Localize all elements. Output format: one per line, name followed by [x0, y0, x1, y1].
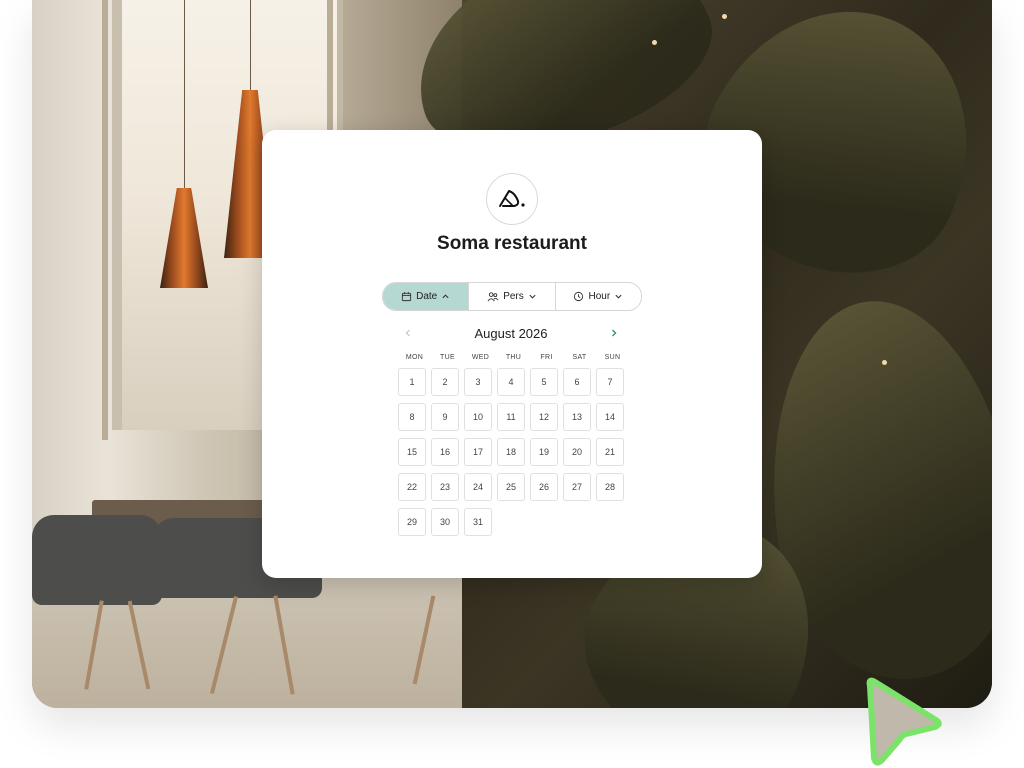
day-cell[interactable]: 5: [530, 368, 558, 396]
day-cell[interactable]: 10: [464, 403, 492, 431]
clock-icon: [574, 291, 584, 302]
day-cell[interactable]: 1: [398, 368, 426, 396]
day-cell[interactable]: 8: [398, 403, 426, 431]
day-cell[interactable]: 17: [464, 438, 492, 466]
weekday-label: WED: [471, 354, 490, 361]
day-cell[interactable]: 26: [530, 473, 558, 501]
calendar-icon: [402, 292, 412, 302]
tab-hour[interactable]: Hour: [556, 283, 641, 310]
calendar-grid: 1 2 3 4 5 6 7 8 9 10 11 12 13 14 15 16 1…: [398, 368, 624, 536]
ceiling-light: [652, 40, 657, 45]
restaurant-logo: [486, 173, 538, 225]
day-cell[interactable]: 29: [398, 508, 426, 536]
booking-widget: Soma restaurant Date Pers Hour August 20…: [262, 130, 762, 578]
day-cell[interactable]: 14: [596, 403, 624, 431]
weekday-label: MON: [405, 354, 424, 361]
day-cell[interactable]: 4: [497, 368, 525, 396]
restaurant-name: Soma restaurant: [437, 233, 587, 254]
day-cell[interactable]: 15: [398, 438, 426, 466]
prev-month-button[interactable]: [400, 325, 416, 341]
cursor-arrow-icon: [866, 677, 942, 766]
booking-tabs: Date Pers Hour: [382, 282, 642, 311]
weekday-label: SAT: [572, 354, 587, 361]
logo-mark-icon: [499, 190, 525, 207]
tab-persons-label: Pers: [503, 291, 524, 302]
day-cell[interactable]: 18: [497, 438, 525, 466]
tab-hour-label: Hour: [588, 291, 611, 302]
day-cell[interactable]: 6: [563, 368, 591, 396]
day-cell[interactable]: 9: [431, 403, 459, 431]
day-cell[interactable]: 31: [464, 508, 492, 536]
chevron-right-icon: [611, 329, 617, 337]
tab-persons[interactable]: Pers: [469, 283, 556, 310]
ceiling-light: [722, 14, 727, 19]
day-cell[interactable]: 21: [596, 438, 624, 466]
day-cell[interactable]: 12: [530, 403, 558, 431]
day-cell[interactable]: 27: [563, 473, 591, 501]
lamp-cord: [184, 0, 185, 190]
chevron-down-icon: [529, 294, 536, 299]
day-cell[interactable]: 23: [431, 473, 459, 501]
chevron-down-icon: [615, 294, 622, 299]
day-cell[interactable]: 11: [497, 403, 525, 431]
calendar-header: August 2026: [400, 324, 622, 342]
chevron-up-icon: [442, 294, 449, 299]
day-cell[interactable]: 28: [596, 473, 624, 501]
tab-date[interactable]: Date: [383, 283, 470, 310]
chair: [32, 515, 162, 605]
day-cell[interactable]: 22: [398, 473, 426, 501]
people-icon: [487, 292, 499, 302]
chevron-left-icon: [405, 329, 410, 337]
weekday-header: MON TUE WED THU FRI SAT SUN: [398, 354, 629, 361]
weekday-label: FRI: [540, 354, 553, 361]
weekday-label: TUE: [440, 354, 455, 361]
day-cell[interactable]: 19: [530, 438, 558, 466]
day-cell[interactable]: 30: [431, 508, 459, 536]
lamp-cord: [250, 0, 251, 90]
window-frame: [102, 0, 108, 440]
day-cell[interactable]: 7: [596, 368, 624, 396]
day-cell[interactable]: 24: [464, 473, 492, 501]
weekday-label: SUN: [604, 354, 621, 361]
ceiling-light: [882, 360, 887, 365]
weekday-label: THU: [505, 354, 522, 361]
month-label: August 2026: [474, 325, 548, 341]
day-cell[interactable]: 3: [464, 368, 492, 396]
day-cell[interactable]: 2: [431, 368, 459, 396]
next-month-button[interactable]: [606, 325, 622, 341]
day-cell[interactable]: 25: [497, 473, 525, 501]
day-cell[interactable]: 13: [563, 403, 591, 431]
day-cell[interactable]: 20: [563, 438, 591, 466]
tab-date-label: Date: [416, 291, 438, 302]
day-cell[interactable]: 16: [431, 438, 459, 466]
